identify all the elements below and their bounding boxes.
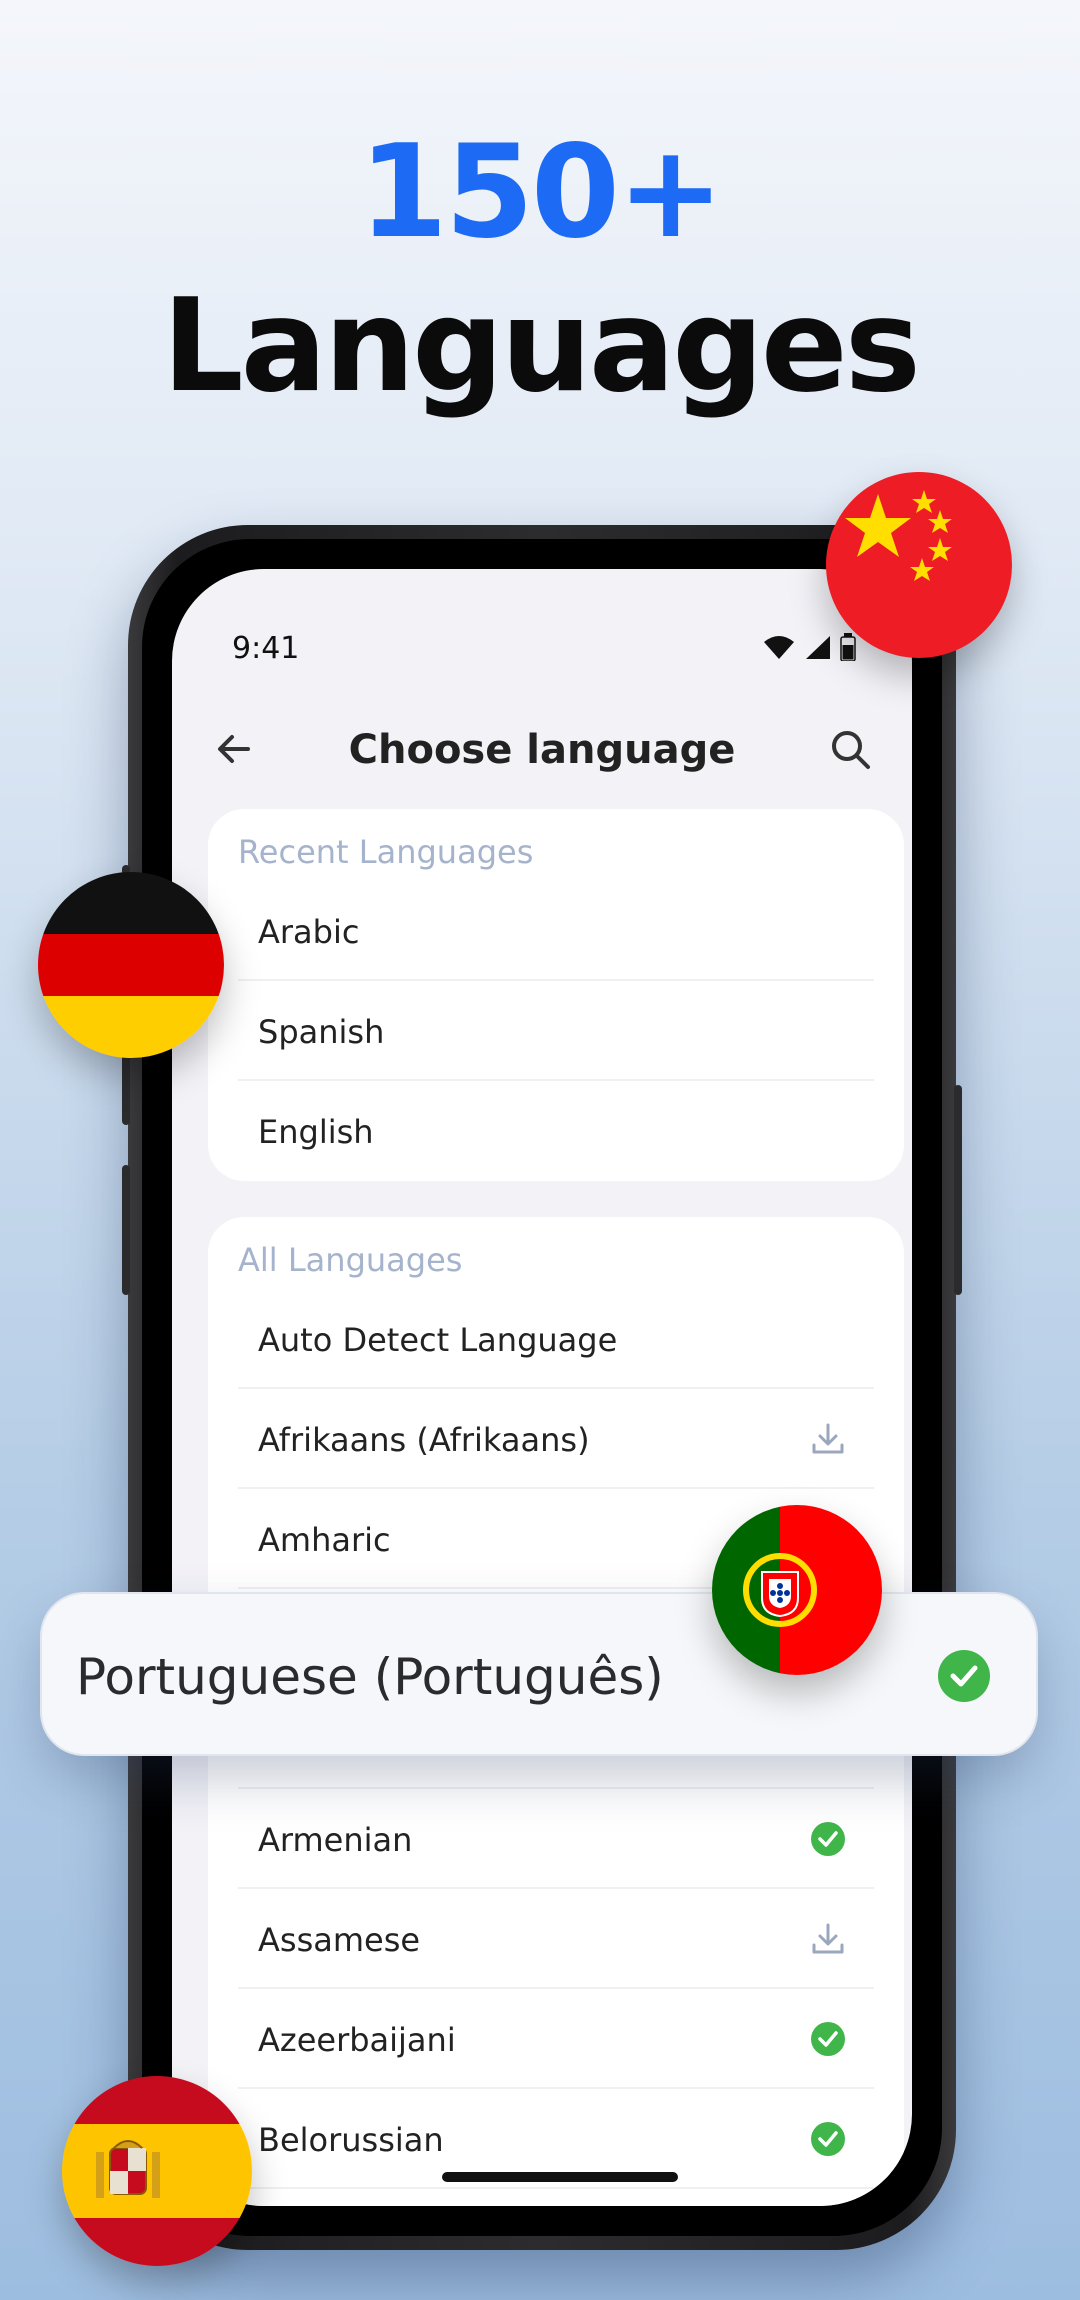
signal-icon — [804, 634, 832, 665]
selected-language-popup[interactable]: Portuguese (Português) — [40, 1592, 1038, 1756]
section-label-recent: Recent Languages — [238, 833, 534, 871]
status-bar: 9:41 — [172, 569, 912, 669]
language-row[interactable]: Arabic — [238, 881, 874, 981]
spain-flag — [62, 2076, 252, 2266]
language-row[interactable]: Armenian — [238, 1789, 874, 1889]
download-icon[interactable] — [808, 1919, 848, 1959]
search-icon — [832, 731, 870, 769]
home-indicator — [442, 2172, 678, 2182]
language-label: Belorussian — [258, 2121, 444, 2159]
phone-side-button — [122, 1165, 130, 1295]
section-label-all: All Languages — [238, 1241, 463, 1279]
search-button[interactable] — [828, 727, 874, 773]
language-row[interactable]: Azeerbaijani — [238, 1989, 874, 2089]
language-label: Assamese — [258, 1921, 421, 1959]
phone-frame: 9:41 Choose language Recent Languages Ar… — [122, 525, 962, 2250]
wifi-icon — [762, 634, 796, 665]
check-icon — [808, 2019, 848, 2059]
top-app-bar: Choose language — [172, 709, 912, 789]
hero-title: Languages — [162, 272, 921, 421]
status-time: 9:41 — [232, 631, 300, 666]
language-row[interactable]: Afrikaans (Afrikaans) — [238, 1389, 874, 1489]
language-row[interactable]: Auto Detect Language — [238, 1289, 874, 1389]
language-label: Afrikaans (Afrikaans) — [258, 1421, 590, 1459]
check-icon — [936, 1648, 992, 1704]
app-screen: 9:41 Choose language Recent Languages Ar… — [172, 569, 912, 2206]
language-label: Arabic — [258, 913, 360, 951]
phone-bezel: 9:41 Choose language Recent Languages Ar… — [142, 539, 942, 2236]
portugal-flag — [712, 1505, 882, 1675]
language-label: Amharic — [258, 1521, 391, 1559]
phone-side-button — [954, 1085, 962, 1295]
battery-icon — [840, 633, 856, 666]
language-row[interactable]: Assamese — [238, 1889, 874, 1989]
page-title: Choose language — [348, 727, 736, 773]
check-icon — [808, 1819, 848, 1859]
language-row[interactable]: Spanish — [238, 981, 874, 1081]
popup-language-label: Portuguese (Português) — [76, 1648, 664, 1706]
language-label: Auto Detect Language — [258, 1321, 618, 1359]
germany-flag — [38, 872, 224, 1058]
language-label: English — [258, 1113, 374, 1151]
language-label: Armenian — [258, 1821, 413, 1859]
download-icon[interactable] — [808, 1419, 848, 1459]
language-row[interactable]: English — [238, 1081, 874, 1181]
hero-count: 150+ — [358, 118, 724, 267]
language-label: Spanish — [258, 1013, 385, 1051]
china-flag — [826, 472, 1012, 658]
language-label: Azeerbaijani — [258, 2021, 456, 2059]
recent-languages-card: Recent Languages Arabic Spanish English — [208, 809, 904, 1181]
status-icons — [762, 633, 856, 666]
check-icon — [808, 2119, 848, 2159]
